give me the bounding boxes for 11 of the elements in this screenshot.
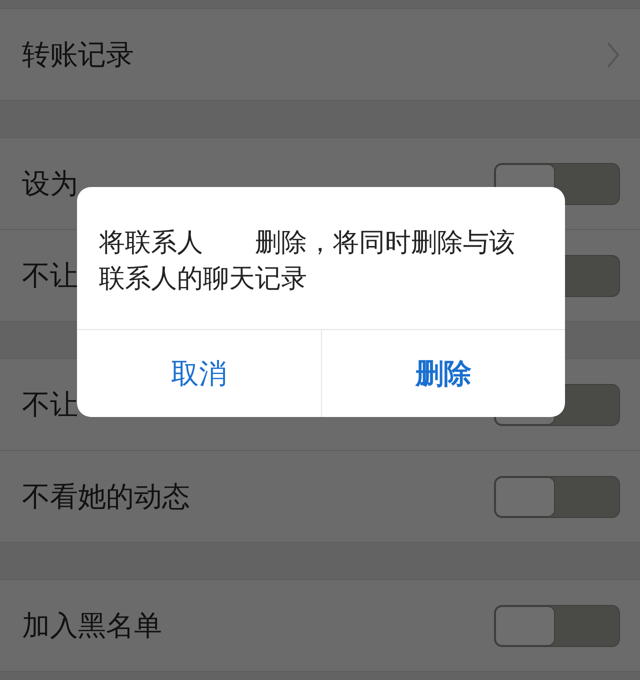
toggle-switch[interactable] [494, 604, 620, 646]
row-label: 不让 [22, 386, 78, 422]
row-label: 设为 [22, 166, 78, 202]
row-label: 加入黑名单 [22, 608, 162, 644]
dialog-message: 将联系人 删除，将同时删除与该联系人的聊天记录 [99, 227, 516, 296]
row-label: 不看她的动态 [22, 478, 190, 514]
toggle-switch[interactable] [494, 476, 620, 518]
row-label: 转账记录 [22, 36, 134, 72]
cancel-button[interactable]: 取消 [77, 330, 320, 417]
row-label: 不让 [22, 258, 78, 294]
delete-button[interactable]: 删除 [320, 330, 565, 417]
